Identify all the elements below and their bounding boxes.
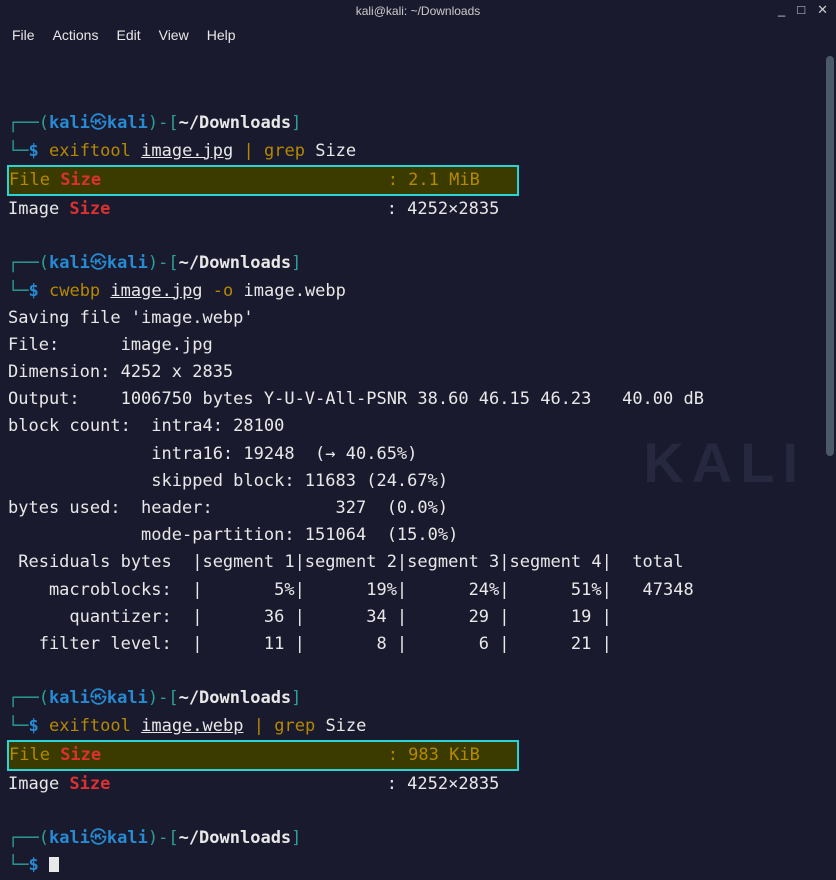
out1-l1c: : 2.1 MiB [101,170,480,190]
skull-icon: ㉿ [90,113,107,133]
prompt2-top: ┌──( [8,253,49,273]
prompt4-top: ┌──( [8,828,49,848]
prompt-bot-deco: └─ [8,141,28,161]
cmd2-arg: image.jpg [110,281,202,301]
prompt3-top: ┌──( [8,688,49,708]
cmd2-flag: -o [213,281,233,301]
out2-l2: File: image.jpg [8,335,213,355]
prompt-path: ~/Downloads [179,113,292,133]
cmd2-arg2: image.webp [244,281,346,301]
menu-view[interactable]: View [159,27,189,43]
prompt-top-deco: ┌──( [8,113,49,133]
out3-l2a: Image [8,774,69,794]
minimize-button[interactable]: _ [778,2,785,18]
cmd3: exiftool [49,716,131,736]
cmd1-garg: Size [315,141,356,161]
out2-l6: intra16: 19248 (→ 40.65%) [8,444,417,464]
out1-l1a: File [9,170,60,190]
out2-l3: Dimension: 4252 x 2835 [8,362,233,382]
window-title: kali@kali: ~/Downloads [356,4,481,18]
out2-l1: Saving file 'image.webp' [8,308,254,328]
out2-l9: mode-partition: 151064 (15.0%) [8,525,458,545]
out2-l12: quantizer: | 36 | 34 | 29 | 19 | [8,607,612,627]
watermark: KALI [643,418,806,508]
prompt-close: )-[ [148,113,179,133]
out2-l13: filter level: | 11 | 8 | 6 | 21 | [8,634,612,654]
cmd2: cwebp [49,281,100,301]
cmd1-arg: image.jpg [141,141,233,161]
terminal-output[interactable]: KALI ┌──(kali㉿kali)-[~/Downloads] └─$ ex… [0,48,836,872]
out3-l2c: : 4252×2835 [110,774,499,794]
highlight-box-1: File Size : 2.1 MiB [7,165,519,196]
skull-icon: ㉿ [90,828,107,848]
cursor [49,857,59,872]
out2-l7: skipped block: 11683 (24.67%) [8,471,448,491]
cmd1-pipe: | [244,141,254,161]
maximize-button[interactable]: □ [797,2,805,18]
cmd1-grep: grep [264,141,305,161]
menu-help[interactable]: Help [207,27,236,43]
prompt-host: kali [107,113,148,133]
prompt-dollar: $ [28,141,38,161]
out2-l4: Output: 1006750 bytes Y-U-V-All-PSNR 38.… [8,389,704,409]
out2-l11: macroblocks: | 5%| 19%| 24%| 51%| 47348 [8,580,694,600]
out2-l5: block count: intra4: 28100 [8,416,284,436]
cmd3-arg: image.webp [141,716,243,736]
skull-icon: ㉿ [90,253,107,273]
out3-l1b: Size [60,745,101,765]
out3-l1c: : 983 KiB [101,745,480,765]
menu-file[interactable]: File [12,27,35,43]
prompt-user: kali [49,113,90,133]
menu-edit[interactable]: Edit [116,27,140,43]
out3-l1a: File [9,745,60,765]
window-controls: _ □ ✕ [778,2,828,18]
skull-icon: ㉿ [90,688,107,708]
prompt-br: ] [291,113,301,133]
highlight-box-2: File Size : 983 KiB [7,740,519,771]
out2-l8: bytes used: header: 327 (0.0%) [8,498,448,518]
menubar: File Actions Edit View Help [0,22,836,48]
menu-actions[interactable]: Actions [53,27,99,43]
titlebar: kali@kali: ~/Downloads _ □ ✕ [0,0,836,22]
out1-l2a: Image [8,199,69,219]
out2-l10: Residuals bytes |segment 1|segment 2|seg… [8,552,684,572]
out1-l2b: Size [69,199,110,219]
out3-l2b: Size [69,774,110,794]
out1-l1b: Size [60,170,101,190]
cmd1: exiftool [49,141,131,161]
close-button[interactable]: ✕ [817,2,828,18]
out1-l2c: : 4252×2835 [110,199,499,219]
